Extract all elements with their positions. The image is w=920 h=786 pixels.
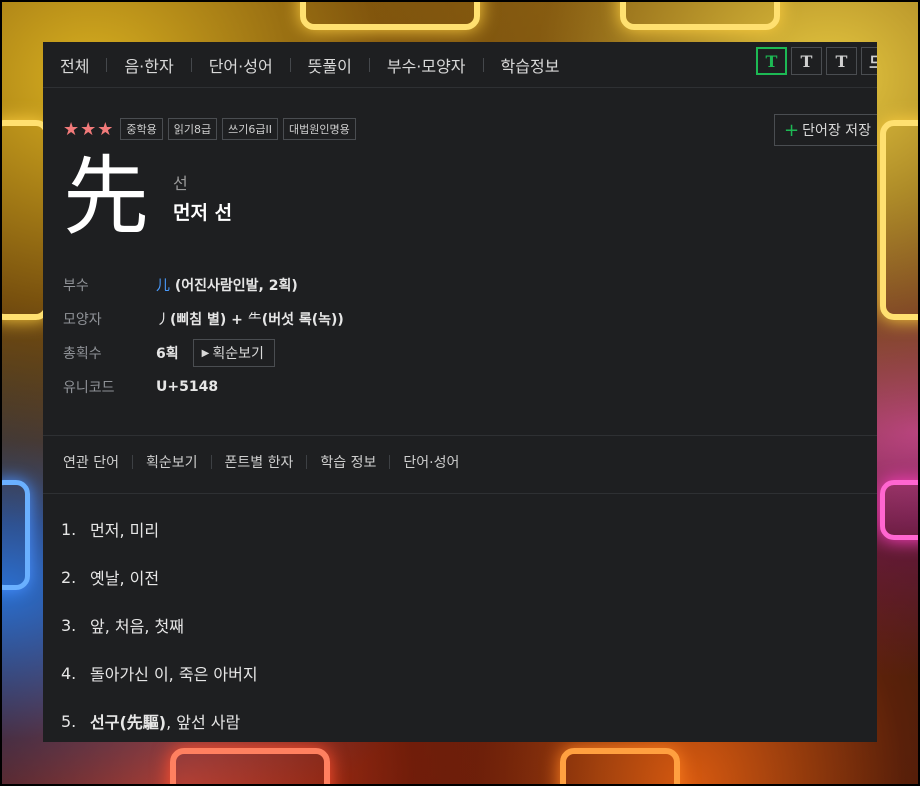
writing-grade-badge: 쓰기6급II <box>222 118 279 140</box>
unicode-row: 유니코드 U+5148 <box>63 370 344 404</box>
hanja-dictionary-panel: 전체 음·한자 단어·성어 뜻풀이 부수·모양자 학습정보 T T T 므 ★★… <box>43 42 877 742</box>
nav-tab-radical-shape[interactable]: 부수·모양자 <box>387 53 466 77</box>
importance-stars: ★★★ <box>63 118 115 140</box>
section-tab-related-words[interactable]: 연관 단어 <box>63 452 119 472</box>
definition-list: 1. 먼저, 미리 2. 옛날, 이전 3. 앞, 처음, 첫째 4. 돌아가신… <box>61 505 258 742</box>
shape-label: 모양자 <box>63 312 102 328</box>
save-to-wordbook-button[interactable]: + 단어장 저장 <box>774 114 877 146</box>
definition-item: 3. 앞, 처음, 첫째 <box>61 601 258 649</box>
definition-item: 5. 선구(先驅), 앞선 사람 <box>61 697 258 742</box>
nav-tab-study-info[interactable]: 학습정보 <box>501 53 560 77</box>
definition-number: 3. <box>61 615 77 635</box>
definition-item: 1. 먼저, 미리 <box>61 505 258 553</box>
section-tab-fonts[interactable]: 폰트별 한자 <box>225 452 294 472</box>
nav-tab-all[interactable]: 전체 <box>60 53 89 77</box>
strokes-row: 총획수 6획 ▶ 획순보기 <box>63 336 344 370</box>
definition-text: 돌아가신 이, 죽은 아버지 <box>90 665 258 684</box>
nav-divider <box>482 57 484 72</box>
font-button-light[interactable]: T <box>826 47 857 75</box>
stroke-order-label: 획순보기 <box>212 346 264 362</box>
radical-char-link[interactable]: 儿 <box>156 278 170 294</box>
hanja-meaning: 먼저 선 <box>173 202 233 224</box>
font-button-brush[interactable]: 므 <box>861 47 877 75</box>
name-use-badge: 대법원인명용 <box>283 118 356 140</box>
shape-row: 모양자 丿(삐침 별) + ⺧(버섯 록(녹)) <box>63 302 344 336</box>
nav-divider <box>306 455 308 469</box>
definition-text: 앞, 처음, 첫째 <box>90 617 184 636</box>
hanja-character: 先 <box>63 147 149 247</box>
definition-text-rest: , 앞선 사람 <box>166 713 241 732</box>
definition-number: 5. <box>61 711 77 731</box>
radical-label: 부수 <box>63 278 89 294</box>
shape-desc-1: (삐침 별) + <box>170 312 248 328</box>
nav-tab-definitions[interactable]: 뜻풀이 <box>308 53 352 77</box>
definition-number: 4. <box>61 663 77 683</box>
radical-desc: (어진사람인발, 2획) <box>170 278 298 294</box>
definition-text: 먼저, 미리 <box>90 521 160 540</box>
definition-text: 옛날, 이전 <box>90 569 160 588</box>
shape-desc-2: (버섯 록(녹)) <box>261 312 344 328</box>
font-button-sans[interactable]: T <box>791 47 822 75</box>
definition-item: 4. 돌아가신 이, 죽은 아버지 <box>61 649 258 697</box>
nav-divider <box>131 455 133 469</box>
play-icon: ▶ <box>201 347 210 359</box>
definition-word-link[interactable]: 선구(先驅) <box>90 713 166 732</box>
reading-grade-badge: 읽기8급 <box>167 118 218 140</box>
entry-badges: ★★★ 중학용 읽기8급 쓰기6급II 대법원인명용 <box>63 118 361 140</box>
shape-char-1[interactable]: 丿 <box>156 312 170 328</box>
definition-item: 2. 옛날, 이전 <box>61 553 258 601</box>
hanja-reading: 선 <box>173 174 188 193</box>
hanja-info-table: 부수 儿 (어진사람인발, 2획) 모양자 丿(삐침 별) + ⺧(버섯 록(녹… <box>63 268 344 404</box>
plus-icon: + <box>784 119 800 141</box>
radical-row: 부수 儿 (어진사람인발, 2획) <box>63 268 344 302</box>
definition-text: 선구(先驅), 앞선 사람 <box>90 709 240 733</box>
unicode-label: 유니코드 <box>63 380 115 396</box>
section-tab-study-info[interactable]: 학습 정보 <box>320 452 376 472</box>
shape-char-2[interactable]: ⺧ <box>248 312 262 328</box>
section-tab-words-idioms[interactable]: 단어·성어 <box>403 452 459 472</box>
top-nav: 전체 음·한자 단어·성어 뜻풀이 부수·모양자 학습정보 T T T 므 <box>43 42 877 88</box>
radical-value: 儿 (어진사람인발, 2획) <box>156 275 298 295</box>
font-style-buttons: T T T 므 <box>756 47 877 75</box>
stroke-order-button[interactable]: ▶ 획순보기 <box>192 339 275 367</box>
section-divider <box>43 493 877 494</box>
nav-divider <box>190 57 192 72</box>
strokes-label: 총획수 <box>63 346 102 362</box>
section-tab-stroke-order[interactable]: 획순보기 <box>146 452 198 472</box>
nav-tab-words-idioms[interactable]: 단어·성어 <box>209 53 273 77</box>
nav-divider <box>210 455 212 469</box>
section-nav: 연관 단어 획순보기 폰트별 한자 학습 정보 단어·성어 <box>63 452 459 472</box>
nav-divider <box>368 57 370 72</box>
nav-divider <box>389 455 391 469</box>
strokes-value: 6획 <box>156 346 179 362</box>
level-badge: 중학용 <box>120 118 163 140</box>
nav-tab-reading-hanja[interactable]: 음·한자 <box>124 53 173 77</box>
section-divider <box>43 435 877 436</box>
save-button-label: 단어장 저장 <box>802 123 871 139</box>
definition-number: 1. <box>61 519 77 539</box>
nav-divider <box>106 57 108 72</box>
nav-divider <box>289 57 291 72</box>
definition-number: 2. <box>61 567 77 587</box>
unicode-value: U+5148 <box>156 379 219 395</box>
shape-value: 丿(삐침 별) + ⺧(버섯 록(녹)) <box>156 309 344 329</box>
font-button-serif[interactable]: T <box>756 47 787 75</box>
